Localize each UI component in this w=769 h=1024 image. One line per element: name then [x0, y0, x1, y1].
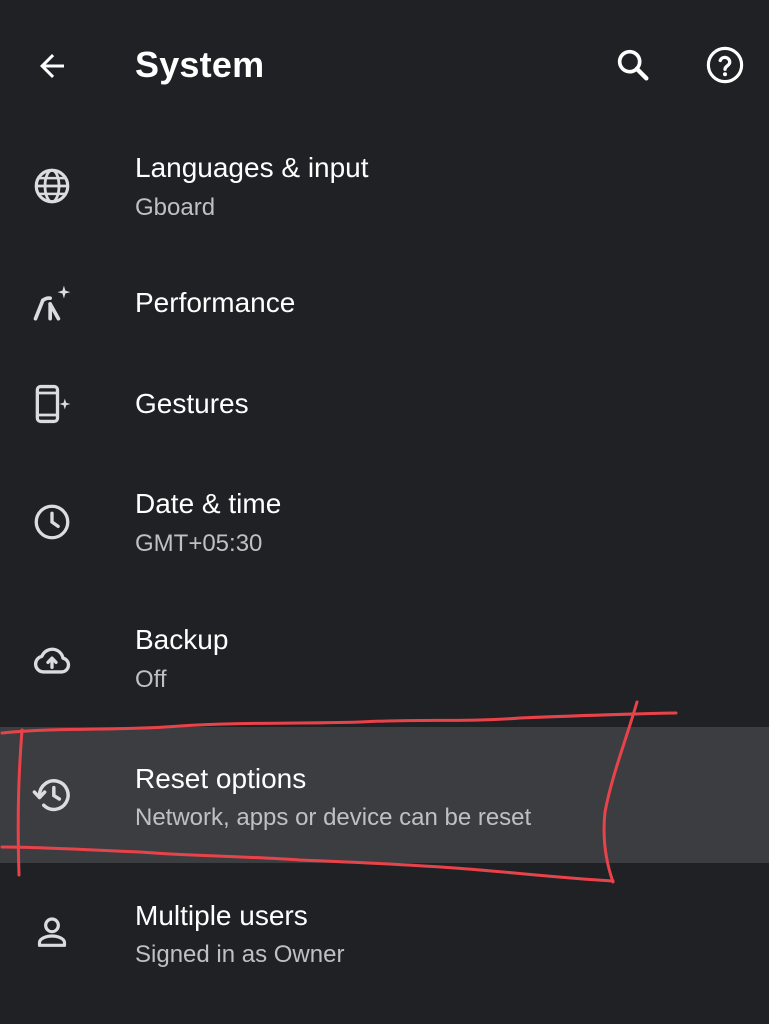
- help-circle-icon: [706, 46, 744, 84]
- setting-label: Date & time: [135, 488, 282, 519]
- arrow-left-icon: [40, 54, 64, 78]
- search-icon: [617, 49, 649, 81]
- setting-item-date-time[interactable]: Date & time GMT+05:30: [0, 478, 769, 574]
- setting-summary: Gboard: [135, 194, 216, 221]
- setting-item-backup[interactable]: Backup Off: [0, 612, 769, 712]
- setting-label: Backup: [135, 624, 229, 655]
- setting-label: Performance: [135, 287, 296, 318]
- person-icon: [28, 908, 76, 956]
- page-title: System: [135, 44, 265, 85]
- phone-sparkle-icon: [28, 380, 76, 428]
- setting-summary: Signed in as Owner: [135, 941, 345, 968]
- setting-item-performance[interactable]: Performance: [0, 262, 769, 348]
- setting-item-gestures[interactable]: Gestures: [0, 362, 769, 448]
- setting-summary: Network, apps or device can be reset: [135, 804, 532, 831]
- setting-item-languages[interactable]: Languages & input Gboard: [0, 140, 769, 236]
- back-button[interactable]: [22, 36, 82, 96]
- setting-item-multiple-users[interactable]: Multiple users Signed in as Owner: [0, 886, 769, 986]
- clock-icon: [28, 498, 76, 546]
- cloud-upload-icon: [28, 636, 76, 684]
- speedometer-sparkle-icon: [28, 280, 76, 328]
- setting-label: Languages & input: [135, 152, 369, 183]
- setting-label: Reset options: [135, 763, 307, 794]
- settings-screen: System Languages & input Gboard Performa…: [0, 0, 769, 1024]
- history-icon: [28, 771, 76, 819]
- setting-summary: GMT+05:30: [135, 530, 263, 557]
- setting-label: Gestures: [135, 388, 249, 419]
- help-button[interactable]: [694, 34, 756, 96]
- search-button[interactable]: [602, 34, 664, 96]
- globe-icon: [28, 162, 76, 210]
- setting-summary: Off: [135, 666, 167, 693]
- setting-item-reset-options[interactable]: Reset options Network, apps or device ca…: [0, 727, 769, 863]
- app-bar: System: [0, 0, 769, 130]
- setting-label: Multiple users: [135, 900, 308, 931]
